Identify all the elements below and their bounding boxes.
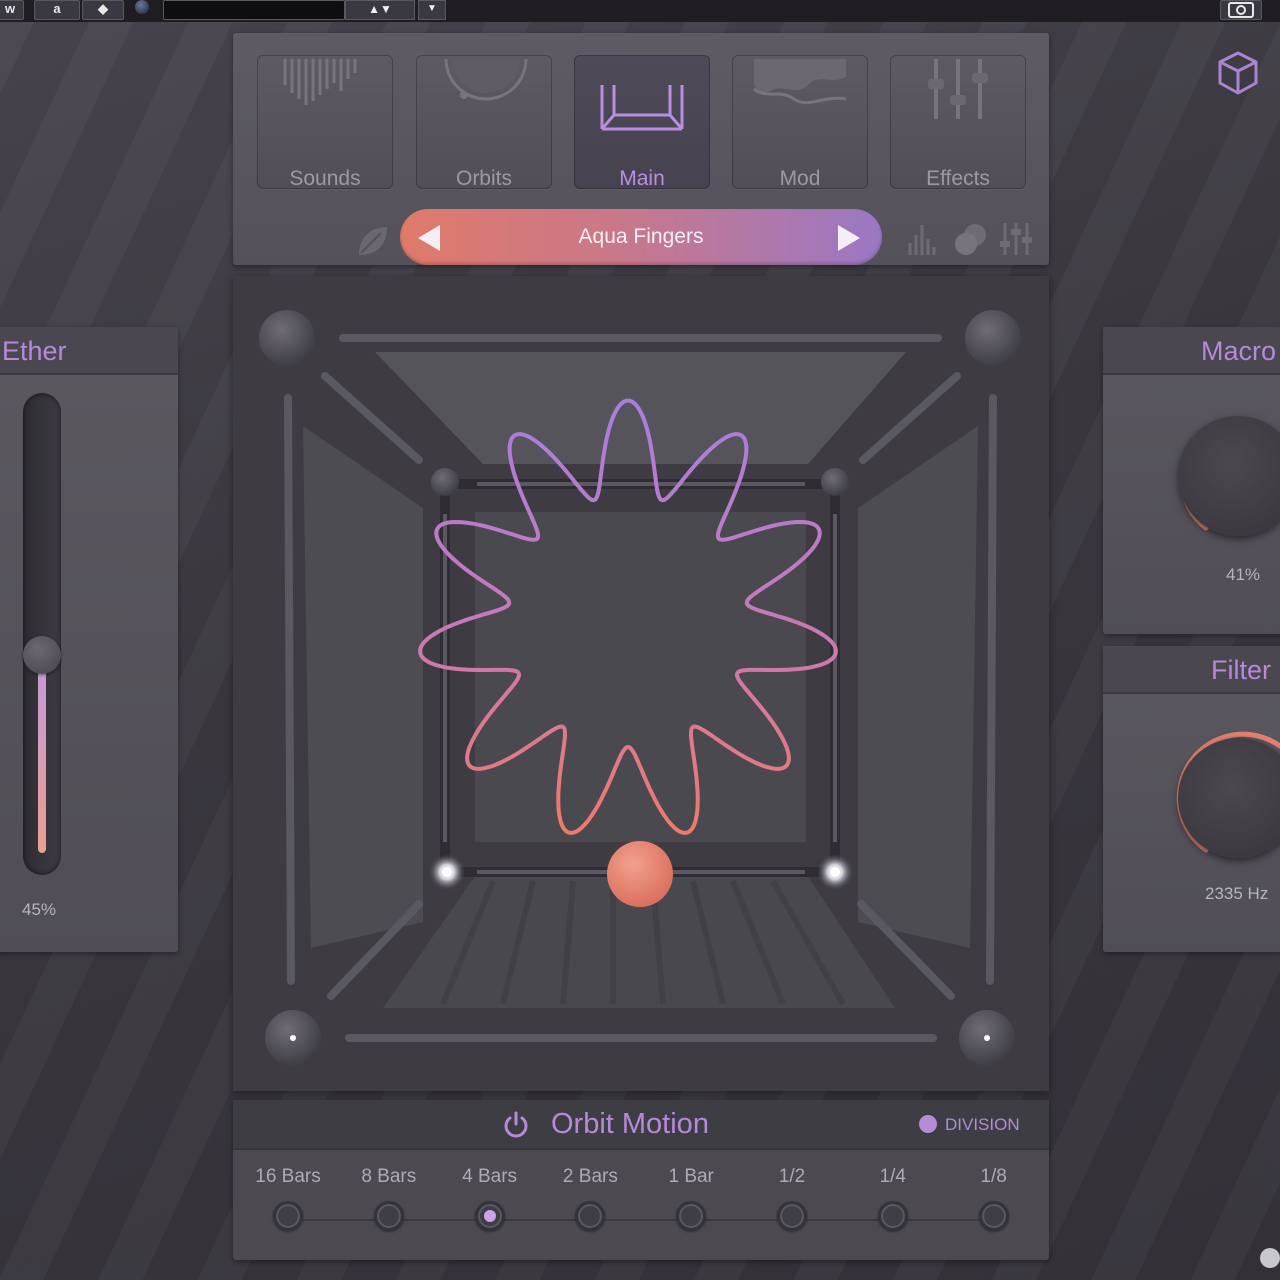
macro-value: 41% [1226, 565, 1261, 584]
host-status-dot [135, 0, 149, 14]
orbit-motion-header: Orbit Motion DIVISION [233, 1100, 1049, 1150]
preset-selector[interactable]: Aqua Fingers [400, 209, 882, 265]
tab-label: Sounds [289, 167, 361, 190]
host-button-w[interactable]: w [0, 0, 24, 20]
division-radio[interactable] [273, 1201, 303, 1231]
effects-icon [928, 59, 988, 119]
tab-effects[interactable]: Effects [890, 55, 1026, 190]
ether-header: Ether [0, 327, 178, 375]
division-option[interactable]: 1/4 [843, 1166, 943, 1231]
division-option-label: 1 Bar [668, 1166, 714, 1187]
triangle-right-icon[interactable] [834, 223, 864, 253]
tab-label: Mod [779, 167, 821, 190]
tab-main[interactable]: Main [574, 55, 710, 190]
division-radio[interactable] [777, 1201, 807, 1231]
division-option-label: 1/4 [879, 1166, 906, 1187]
navigation-panel: Sounds Orbits Main Mod Effects Aqua Fing… [233, 33, 1049, 265]
macro-header: Macro [1103, 327, 1280, 375]
division-option-label: 1/8 [980, 1166, 1007, 1187]
division-option[interactable]: 1 Bar [641, 1166, 741, 1231]
ether-title: Ether [2, 336, 67, 366]
division-option-label: 4 Bars [462, 1166, 518, 1187]
host-button-a[interactable]: a [34, 0, 80, 20]
division-indicator[interactable] [919, 1115, 937, 1133]
ether-value: 45% [22, 900, 57, 919]
filter-title: Filter [1211, 655, 1271, 685]
division-radio[interactable] [575, 1201, 606, 1231]
filter-header: Filter [1103, 646, 1280, 694]
ether-slider[interactable] [23, 393, 61, 875]
division-label[interactable]: DIVISION [945, 1115, 1020, 1135]
division-option[interactable]: 16 Bars [238, 1166, 338, 1231]
division-option[interactable]: 2 Bars [540, 1166, 640, 1231]
division-option[interactable]: 1/2 [742, 1166, 842, 1231]
power-icon[interactable] [501, 1110, 531, 1140]
ether-slider-fill [38, 655, 46, 853]
tab-label: Orbits [455, 167, 512, 190]
division-radio[interactable] [474, 1201, 505, 1231]
orbit-motion-panel: Orbit Motion DIVISION 16 Bars 8 Bars 4 Bar… [233, 1100, 1049, 1260]
blend-icon[interactable] [953, 221, 989, 262]
division-option-label: 16 Bars [255, 1166, 321, 1187]
host-button-back[interactable]: ◆ [82, 0, 124, 20]
division-radio[interactable] [373, 1201, 404, 1231]
orbit-motion-title: Orbit Motion [551, 1108, 709, 1140]
division-option-label: 1/2 [778, 1166, 806, 1187]
division-radio[interactable] [978, 1201, 1009, 1231]
camera-icon[interactable] [1220, 0, 1262, 20]
tab-label: Main [619, 167, 665, 190]
macro-title: Macro [1201, 336, 1277, 366]
ether-slider-thumb[interactable] [23, 636, 61, 675]
resize-handle[interactable] [1260, 1248, 1280, 1268]
tab-sounds[interactable]: Sounds [257, 55, 393, 190]
host-toolbar: w a ◆ ▲▼ ▼ [0, 0, 1280, 22]
sounds-icon [283, 59, 357, 105]
tab-mod[interactable]: Mod [732, 55, 868, 190]
division-option[interactable]: 1/8 [944, 1166, 1044, 1231]
host-preset-field[interactable] [163, 0, 345, 20]
mod-icon [753, 59, 847, 105]
filter-value: 2335 Hz [1205, 884, 1269, 903]
division-option-label: 2 Bars [562, 1166, 618, 1187]
spectrum-icon[interactable] [906, 221, 940, 262]
division-option[interactable]: 8 Bars [339, 1166, 439, 1231]
tab-label: Effects [926, 167, 990, 190]
tab-orbits[interactable]: Orbits [416, 55, 552, 190]
leaf-icon[interactable] [355, 223, 391, 259]
host-updown-buttons[interactable]: ▲▼ [345, 0, 415, 20]
preset-name: Aqua Fingers [578, 225, 704, 248]
orbits-icon [444, 58, 528, 101]
main-icon [600, 85, 684, 131]
host-dropdown-button[interactable]: ▼ [418, 0, 446, 20]
division-radio[interactable] [676, 1201, 707, 1231]
orbit-stage[interactable] [233, 276, 1049, 1091]
cube-icon[interactable] [1214, 49, 1262, 97]
division-option[interactable]: 4 Bars [440, 1166, 540, 1231]
division-option-label: 8 Bars [361, 1166, 417, 1187]
mixer-icon[interactable] [998, 221, 1034, 262]
division-radio[interactable] [877, 1201, 908, 1231]
